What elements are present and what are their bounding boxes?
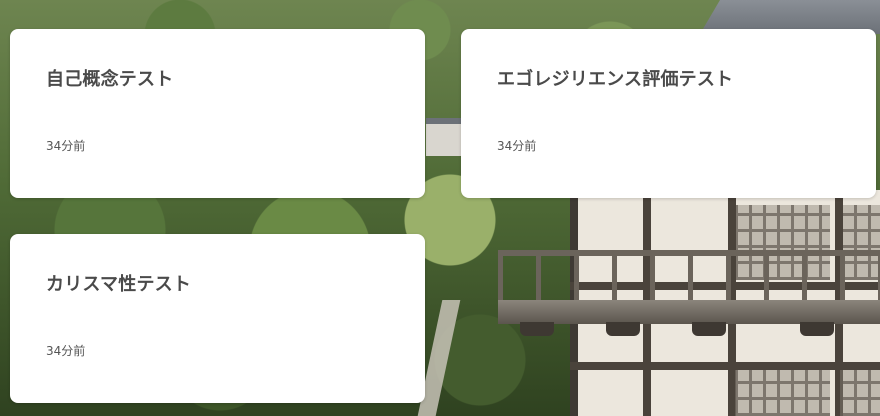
test-card-ego-resilience[interactable]: エゴレジリエンス評価テスト 34分前: [461, 29, 876, 198]
balcony-bracket: [692, 322, 726, 336]
balcony-bracket: [800, 322, 834, 336]
card-title: 自己概念テスト: [46, 69, 174, 90]
card-timestamp: 34分前: [46, 139, 86, 153]
test-card-self-concept[interactable]: 自己概念テスト 34分前: [10, 29, 425, 198]
test-card-charisma[interactable]: カリスマ性テスト 34分前: [10, 234, 425, 403]
building-beam: [570, 362, 880, 370]
lower-window: [735, 370, 830, 416]
balcony-bracket: [520, 322, 554, 336]
card-timestamp: 34分前: [497, 139, 537, 153]
lower-window: [840, 370, 880, 416]
card-title: カリスマ性テスト: [46, 274, 192, 295]
lantern-roof: [426, 118, 466, 156]
card-title: エゴレジリエンス評価テスト: [497, 69, 734, 90]
balcony-bracket: [606, 322, 640, 336]
card-timestamp: 34分前: [46, 344, 86, 358]
balcony-floor: [498, 300, 880, 324]
